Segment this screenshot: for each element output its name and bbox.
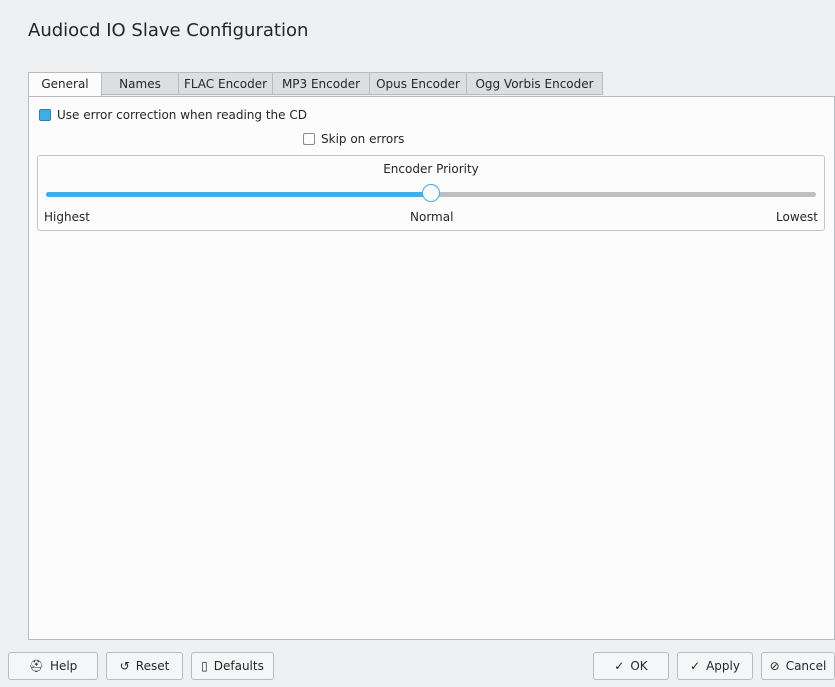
error-correction-label: Use error correction when reading the CD (57, 108, 307, 122)
general-tab-panel: Use error correction when reading the CD… (28, 96, 835, 640)
help-icon: ⛑ (28, 659, 44, 673)
skip-on-errors-row[interactable]: Skip on errors (303, 132, 404, 146)
tab-opus-encoder[interactable]: Opus Encoder (370, 72, 467, 95)
priority-highest-label: Highest (44, 210, 90, 224)
reset-button[interactable]: ↺ Reset (106, 652, 183, 680)
defaults-button[interactable]: ▯ Defaults (191, 652, 274, 680)
help-button[interactable]: ⛑ Help (8, 652, 98, 680)
skip-on-errors-checkbox[interactable] (303, 133, 315, 145)
priority-normal-label: Normal (410, 210, 454, 224)
encoder-priority-group: Encoder Priority Highest Normal Lowest (37, 155, 825, 231)
reset-icon: ↺ (119, 659, 130, 673)
help-button-label: Help (49, 659, 78, 673)
encoder-priority-slider-handle[interactable] (422, 184, 440, 202)
defaults-button-label: Defaults (213, 659, 264, 673)
dialog-title: Audiocd IO Slave Configuration (28, 20, 309, 41)
check-icon: ✓ (690, 659, 701, 673)
cancel-icon: ⊘ (769, 659, 780, 673)
tab-bar: General Names FLAC Encoder MP3 Encoder O… (28, 72, 603, 97)
tab-general[interactable]: General (28, 72, 102, 97)
cancel-button-label: Cancel (785, 659, 827, 673)
dialog-button-box: ⛑ Help ↺ Reset ▯ Defaults ✓ OK ✓ Apply ⊘… (0, 652, 835, 682)
ok-button[interactable]: ✓ OK (593, 652, 669, 680)
priority-lowest-label: Lowest (776, 210, 818, 224)
reset-button-label: Reset (135, 659, 170, 673)
ok-button-label: OK (630, 659, 648, 673)
tab-mp3-encoder[interactable]: MP3 Encoder (273, 72, 370, 95)
error-correction-checkbox[interactable] (39, 109, 51, 121)
encoder-priority-slider-fill (46, 192, 431, 197)
tab-flac-encoder[interactable]: FLAC Encoder (179, 72, 273, 95)
tab-ogg-vorbis-encoder[interactable]: Ogg Vorbis Encoder (467, 72, 603, 95)
apply-button[interactable]: ✓ Apply (677, 652, 753, 680)
skip-on-errors-label: Skip on errors (321, 132, 405, 146)
cancel-button[interactable]: ⊘ Cancel (761, 652, 835, 680)
check-icon: ✓ (614, 659, 625, 673)
error-correction-row[interactable]: Use error correction when reading the CD (39, 108, 307, 122)
tab-names[interactable]: Names (102, 72, 179, 95)
encoder-priority-title: Encoder Priority (383, 162, 479, 176)
apply-button-label: Apply (706, 659, 740, 673)
defaults-icon: ▯ (201, 659, 208, 673)
